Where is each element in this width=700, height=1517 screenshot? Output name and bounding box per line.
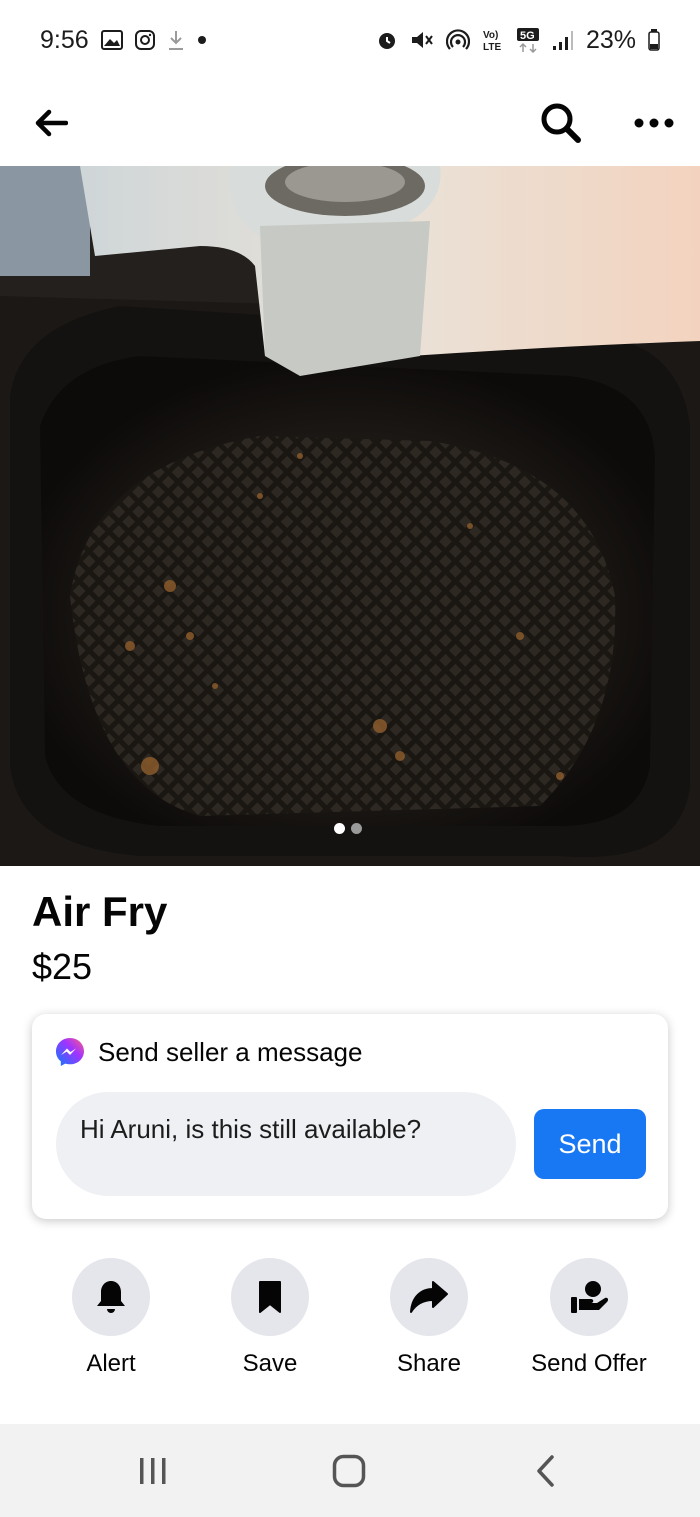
- battery-icon: [648, 29, 660, 51]
- clock: 9:56: [40, 25, 89, 54]
- download-icon: [167, 29, 185, 51]
- alert-label: Alert: [86, 1350, 136, 1377]
- status-bar: 9:56 Vo) LTE 5G 23%: [0, 0, 700, 80]
- message-input[interactable]: Hi Aruni, is this still available?: [56, 1092, 516, 1196]
- back-arrow-icon[interactable]: [34, 108, 68, 138]
- bookmark-icon: [257, 1280, 283, 1314]
- alarm-icon: [376, 29, 398, 51]
- listing-price: $25: [32, 946, 93, 987]
- top-bar: [0, 80, 700, 166]
- pagination-dot-active[interactable]: [334, 823, 345, 834]
- send-message-card: Send seller a message Hi Aruni, is this …: [32, 1014, 668, 1219]
- save-button-circle[interactable]: [231, 1258, 309, 1336]
- home-icon: [332, 1454, 366, 1488]
- save-label: Save: [242, 1350, 298, 1377]
- send-offer-label: Send Offer: [531, 1350, 647, 1377]
- message-card-header: Send seller a message: [54, 1036, 362, 1068]
- share-icon: [409, 1280, 449, 1314]
- offer-icon: [569, 1279, 609, 1315]
- share-label: Share: [396, 1350, 462, 1377]
- svg-text:LTE: LTE: [483, 42, 501, 52]
- send-button[interactable]: Send: [534, 1109, 646, 1179]
- save-button[interactable]: Save: [190, 1258, 350, 1378]
- mute-icon: [410, 29, 434, 51]
- more-icon[interactable]: [634, 118, 674, 128]
- volte-icon: Vo) LTE: [482, 28, 504, 52]
- battery-percent: 23%: [585, 25, 636, 54]
- air-fryer-image: [0, 166, 700, 866]
- messenger-icon: [54, 1036, 86, 1068]
- bell-icon: [95, 1279, 127, 1315]
- network-type: 5G: [516, 27, 540, 53]
- signal-icon: [552, 29, 574, 51]
- send-offer-button[interactable]: Send Offer: [509, 1258, 669, 1378]
- gallery-icon: [100, 30, 123, 50]
- hotspot-icon: [445, 29, 470, 51]
- listing-photo[interactable]: [0, 166, 700, 866]
- dot-icon: [197, 35, 207, 45]
- instagram-icon: [134, 30, 155, 50]
- recent-apps-button[interactable]: [103, 1424, 203, 1517]
- system-nav-bar: [0, 1424, 700, 1517]
- listing-title: Air Fry: [32, 888, 168, 935]
- home-button[interactable]: [299, 1424, 399, 1517]
- alert-button[interactable]: Alert: [31, 1258, 191, 1378]
- svg-text:5G: 5G: [520, 30, 535, 42]
- action-bar: Alert Save Share Send Offer: [0, 1258, 700, 1388]
- back-button[interactable]: [495, 1424, 595, 1517]
- pagination-dot[interactable]: [351, 823, 362, 834]
- image-pagination: [334, 823, 362, 834]
- alert-button-circle[interactable]: [72, 1258, 150, 1336]
- search-icon[interactable]: [540, 102, 582, 144]
- nav-back-icon: [534, 1454, 556, 1488]
- share-button-circle[interactable]: [390, 1258, 468, 1336]
- recent-apps-icon: [137, 1456, 169, 1486]
- svg-text:Vo): Vo): [483, 30, 498, 41]
- send-offer-button-circle[interactable]: [550, 1258, 628, 1336]
- message-card-heading: Send seller a message: [98, 1036, 363, 1067]
- share-button[interactable]: Share: [349, 1258, 509, 1378]
